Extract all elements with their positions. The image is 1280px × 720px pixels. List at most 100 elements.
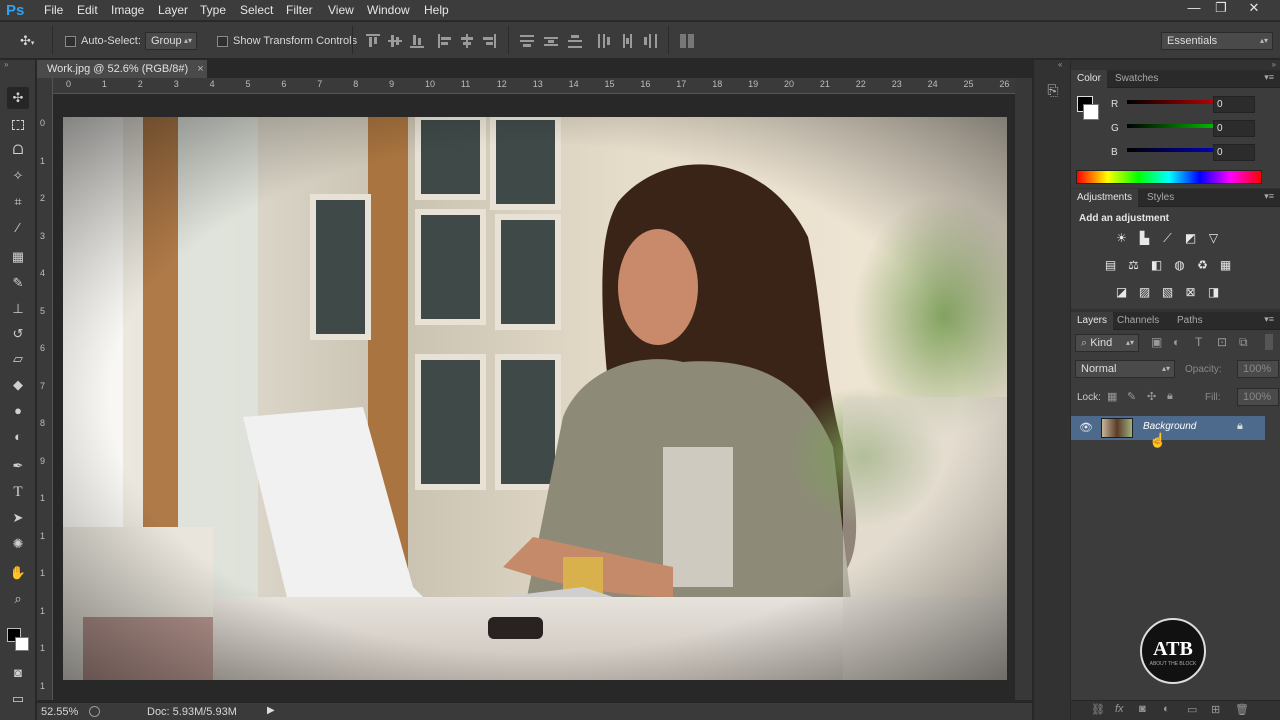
delete-layer-icon[interactable]: 🗑︎ [1235,703,1249,716]
vertical-scrollbar[interactable] [1015,78,1032,700]
filter-smart-object-icon[interactable]: ⧉ [1239,335,1248,350]
expand-panels-icon[interactable]: « [1058,60,1062,69]
tab-channels[interactable]: Channels [1111,312,1165,330]
background-color-swatch[interactable] [1083,104,1099,120]
image-canvas[interactable] [63,117,1007,680]
minimize-button[interactable]: — [1180,0,1208,18]
new-adjustment-layer-icon[interactable]: ◐ [1163,703,1170,715]
opacity-field[interactable]: 100% [1237,360,1279,378]
lock-all-icon[interactable]: 🔒︎ [1167,390,1173,403]
auto-select-checkbox[interactable] [65,36,76,47]
exposure-icon[interactable]: ◩ [1182,231,1199,246]
channel-mixer-icon[interactable]: ♻ [1194,258,1211,273]
close-document-icon[interactable]: × [197,63,203,75]
tab-swatches[interactable]: Swatches [1109,70,1164,88]
layer-row-background[interactable]: 👁︎ Background 🔒︎ ☝ [1071,416,1265,448]
lock-position-icon[interactable]: ✣ [1147,390,1156,403]
panel-menu-icon[interactable]: ▾≡ [1264,72,1274,83]
auto-align-layers-icon[interactable] [680,34,694,48]
menu-filter[interactable]: Filter [286,3,313,17]
healing-brush-tool-icon[interactable]: ▦ [7,246,29,268]
filter-adjustment-icon[interactable]: ◐ [1173,335,1180,349]
hand-tool-icon[interactable]: ✋ [7,562,29,584]
filter-toggle[interactable] [1265,334,1273,350]
path-selection-tool-icon[interactable]: ➤ [7,507,29,529]
menu-file[interactable]: File [44,3,63,17]
zoom-level[interactable]: 52.55% [41,706,78,718]
marquee-tool-icon[interactable] [7,113,29,135]
black-white-icon[interactable]: ◧ [1148,258,1165,273]
filter-pixel-icon[interactable]: ▣ [1151,335,1162,349]
collapse-tools-icon[interactable]: » [4,60,8,69]
invert-icon[interactable]: ◪ [1113,285,1130,300]
workspace-dropdown[interactable]: Essentials ▴▾ [1161,32,1273,50]
menu-edit[interactable]: Edit [77,3,98,17]
distribute-hcenter-icon[interactable] [620,34,634,48]
status-menu-arrow-icon[interactable]: ▶ [267,705,275,716]
panel-menu-icon[interactable]: ▾≡ [1264,191,1274,202]
tab-layers[interactable]: Layers [1071,312,1114,330]
layer-name[interactable]: Background [1143,421,1196,432]
green-value[interactable]: 0 [1213,120,1255,137]
brightness-contrast-icon[interactable]: ☀ [1113,231,1130,246]
levels-icon[interactable]: ▙ [1136,231,1153,246]
align-vcenter-icon[interactable] [388,34,402,48]
align-bottom-icon[interactable] [410,34,424,48]
blend-mode-dropdown[interactable]: Normal ▴▾ [1075,360,1175,378]
lock-transparent-icon[interactable]: ▦ [1107,390,1117,403]
tab-adjustments[interactable]: Adjustments [1071,189,1139,207]
document-tab[interactable]: Work.jpg @ 52.6% (RGB/8#) × [37,60,207,78]
quick-selection-tool-icon[interactable]: ✧ [7,165,29,187]
move-tool-preset-icon[interactable]: ✣▾ [20,33,34,49]
background-color-swatch[interactable] [15,637,29,651]
new-layer-icon[interactable]: ⊞ [1211,703,1220,716]
align-left-icon[interactable] [438,34,452,48]
lasso-tool-icon[interactable]: ᗝ [7,139,29,161]
status-info-icon[interactable] [89,706,100,717]
screen-mode-icon[interactable]: ▭ [7,688,29,710]
quick-mask-icon[interactable]: ◙ [7,662,29,684]
crop-tool-icon[interactable]: ⌗ [7,191,29,213]
vibrance-icon[interactable]: ▽ [1205,231,1222,246]
paint-bucket-tool-icon[interactable]: ◆ [7,374,29,396]
link-layers-icon[interactable]: ⛓ [1091,703,1105,716]
restore-button[interactable]: ❐ [1207,0,1235,18]
filter-type-icon[interactable]: T [1195,335,1202,349]
fill-field[interactable]: 100% [1237,388,1279,406]
tab-styles[interactable]: Styles [1141,189,1180,207]
distribute-bottom-icon[interactable] [568,34,582,48]
align-right-icon[interactable] [482,34,496,48]
tab-color[interactable]: Color [1071,70,1107,88]
auto-select-target-dropdown[interactable]: Group ▴▾ [145,32,197,50]
brush-tool-icon[interactable]: ✎ [7,272,29,294]
new-group-icon[interactable]: ▭ [1187,703,1197,716]
eyedropper-tool-icon[interactable]: ⁄ [7,217,29,239]
distribute-vcenter-icon[interactable] [544,34,558,48]
threshold-icon[interactable]: ▧ [1159,285,1176,300]
blue-value[interactable]: 0 [1213,144,1255,161]
add-mask-icon[interactable]: ◙ [1139,703,1146,715]
menu-layer[interactable]: Layer [158,3,188,17]
distribute-right-icon[interactable] [643,34,657,48]
pen-tool-icon[interactable]: ✒ [7,455,29,477]
filter-shape-icon[interactable]: ⊡ [1217,335,1227,349]
dodge-tool-icon[interactable]: ◐ [7,426,29,448]
history-panel-icon[interactable]: ⎘ [1043,82,1063,104]
menu-window[interactable]: Window [367,3,410,17]
curves-icon[interactable]: ⟋ [1159,231,1176,246]
lock-image-icon[interactable]: ✎ [1127,390,1136,403]
eraser-tool-icon[interactable]: ▱ [7,348,29,370]
close-window-button[interactable]: ✕ [1240,0,1268,18]
red-value[interactable]: 0 [1213,96,1255,113]
zoom-tool-icon[interactable]: ⌕ [7,588,29,610]
distribute-top-icon[interactable] [520,34,534,48]
ruler-origin[interactable] [37,78,53,94]
color-spectrum-bar[interactable] [1076,170,1262,184]
clone-stamp-tool-icon[interactable]: ⊥ [7,298,29,320]
hue-saturation-icon[interactable]: ▤ [1102,258,1119,273]
type-tool-icon[interactable]: T [7,481,29,503]
eye-icon[interactable]: 👁︎ [1079,421,1093,434]
menu-select[interactable]: Select [240,3,273,17]
photo-filter-icon[interactable]: ◍ [1171,258,1188,273]
show-transform-checkbox[interactable] [217,36,228,47]
